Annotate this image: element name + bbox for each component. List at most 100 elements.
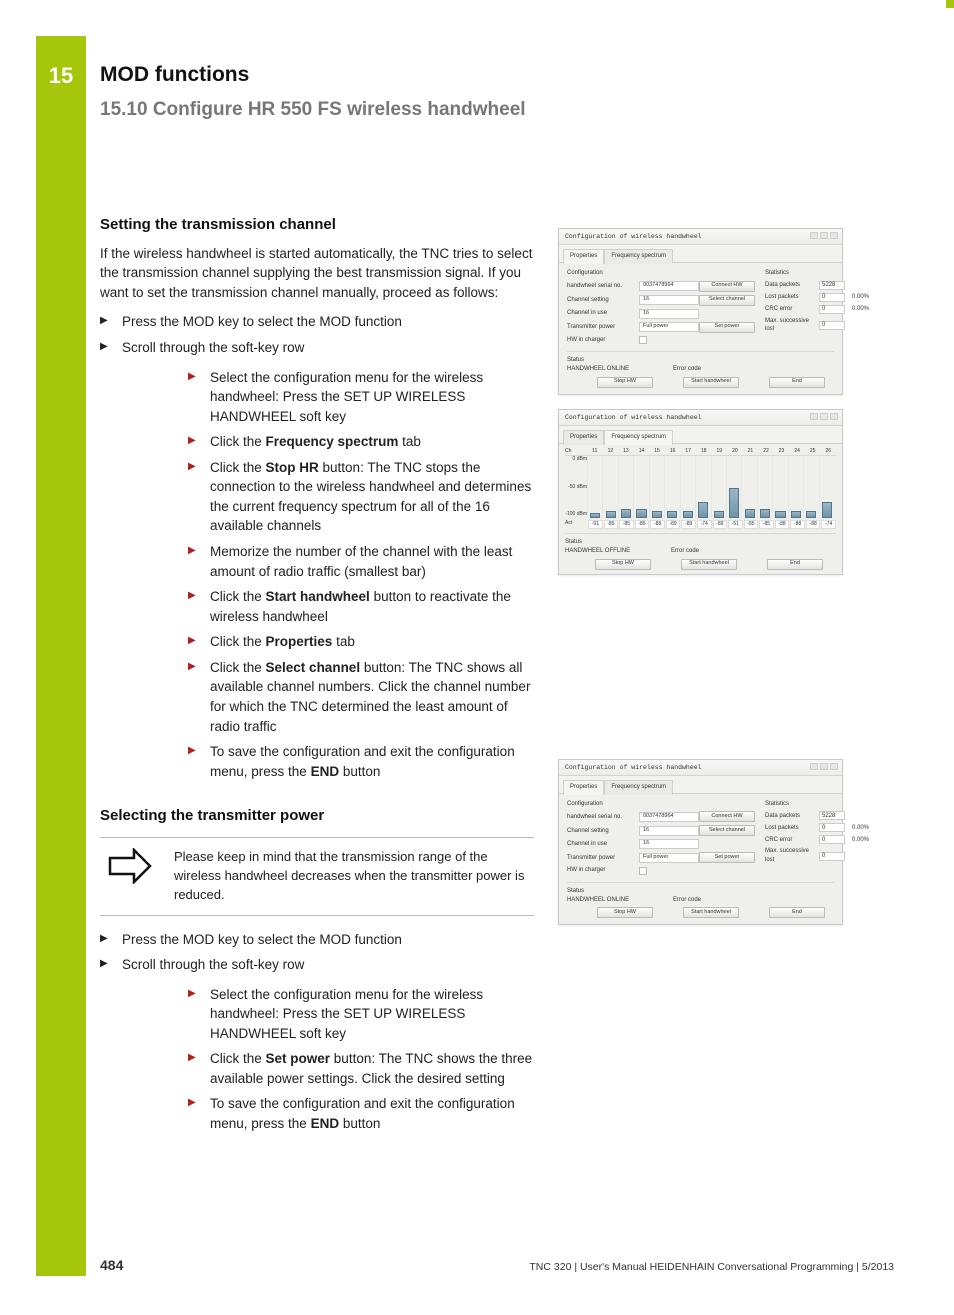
chset-field-3[interactable]: 16 (639, 826, 699, 836)
end-button-2[interactable]: End (767, 559, 823, 570)
tab-properties-1[interactable]: Properties (563, 249, 604, 264)
chapter-title: MOD functions (100, 60, 920, 90)
end-button-3[interactable]: End (769, 907, 825, 918)
maximize-icon[interactable] (820, 763, 828, 770)
footer-line: TNC 320 | User's Manual HEIDENHAIN Conve… (529, 1260, 894, 1275)
spectrum-chart: 0 dBm -50 dBm -100 dBm (587, 456, 834, 518)
set-power-button-3[interactable]: Set power (699, 852, 755, 863)
crc-error-label: CRC error (765, 305, 819, 314)
maximize-icon[interactable] (820, 232, 828, 239)
status-online: HANDWHEEL ONLINE (567, 365, 667, 374)
intro-text-1: If the wireless handwheel is started aut… (100, 244, 534, 303)
section-number-title: 15.10 Configure HR 550 FS wireless handw… (100, 96, 920, 124)
spectrum-chart-header: Ch 11121314151617181920212223242526 (565, 448, 836, 456)
status-section-label: Status (567, 356, 834, 365)
lost-packets-label: Lost packets (765, 293, 819, 302)
chuse-field-3: 16 (639, 839, 699, 849)
chset-field[interactable]: 16 (639, 295, 699, 305)
connect-hw-button-3[interactable]: Connect HW (699, 811, 755, 822)
dialog-title-2: Configuration of wireless handwheel (559, 410, 842, 426)
data-packets-value: 5228 (819, 281, 845, 290)
step-scroll-softkey-1: Scroll through the soft-key row (100, 338, 534, 358)
arrow-note-icon (100, 848, 160, 905)
chset-label: Channel setting (567, 296, 639, 305)
data-packets-label: Data packets (765, 281, 819, 290)
dialog-config-hw-spectrum: Configuration of wireless handwheel Prop… (558, 409, 843, 575)
stats-section-label: Statistics (765, 269, 877, 278)
heading-transmission-channel: Setting the transmission channel (100, 214, 534, 236)
chuse-field: 16 (639, 309, 699, 319)
max-lost-value: 0 (819, 321, 845, 330)
step-stop-hr: Click the Stop HR button: The TNC stops … (188, 458, 534, 536)
step-freq-spectrum-tab: Click the Frequency spectrum tab (188, 432, 534, 452)
lost-packets-value: 0 (819, 293, 845, 302)
error-code-label: Error code (673, 365, 701, 374)
chuse-label: Channel in use (567, 309, 639, 318)
stop-hw-button-1[interactable]: Stop HW (597, 377, 653, 388)
close-icon[interactable] (830, 232, 838, 239)
txpow-field[interactable]: Full power (639, 322, 699, 332)
step-end-1: To save the configuration and exit the c… (188, 742, 534, 781)
select-channel-button[interactable]: Select channel (699, 295, 755, 306)
error-code-label-2: Error code (671, 547, 699, 556)
tab-frequency-spectrum-3[interactable]: Frequency spectrum (604, 780, 673, 795)
step-select-channel: Click the Select channel button: The TNC… (188, 658, 534, 736)
step-memorize-channel: Memorize the number of the channel with … (188, 542, 534, 581)
step-mod-key-1: Press the MOD key to select the MOD func… (100, 312, 534, 332)
status-offline: HANDWHEEL OFFLINE (565, 547, 665, 556)
hw-in-charger-checkbox[interactable] (639, 336, 647, 344)
status-section-label-2: Status (565, 538, 836, 547)
dialog-config-hw-1: Configuration of wireless handwheel Prop… (558, 228, 843, 395)
set-power-button[interactable]: Set power (699, 322, 755, 333)
page-footer: 484 TNC 320 | User's Manual HEIDENHAIN C… (100, 1255, 894, 1275)
charger-label: HW in charger (567, 336, 639, 345)
cfg-section-label: Configuration (567, 269, 755, 278)
stop-hw-button-3[interactable]: Stop HW (597, 907, 653, 918)
corner-green-mark (946, 0, 954, 8)
hw-in-charger-checkbox-3[interactable] (639, 867, 647, 875)
crc-error-pct: 0.00% (845, 305, 869, 314)
tab-properties-3[interactable]: Properties (563, 780, 604, 795)
lost-packets-pct: 0.00% (845, 293, 869, 302)
step-select-config-1: Select the configuration menu for the wi… (188, 368, 534, 427)
serial-field-3[interactable]: 0037478964 (639, 812, 699, 822)
step-start-handwheel: Click the Start handwheel button to reac… (188, 587, 534, 626)
heading-transmitter-power: Selecting the transmitter power (100, 805, 534, 827)
spectrum-chart-act-row: Act -91-89-85-85-88-89-89-74-89-51-85-85… (565, 520, 836, 529)
step-set-power: Click the Set power button: The TNC show… (188, 1049, 534, 1088)
connect-hw-button[interactable]: Connect HW (699, 281, 755, 292)
dialog-title-1: Configuration of wireless handwheel (559, 229, 842, 245)
tab-properties-2[interactable]: Properties (563, 430, 604, 445)
tab-frequency-spectrum-1[interactable]: Frequency spectrum (604, 249, 673, 264)
maximize-icon[interactable] (820, 413, 828, 420)
sidebar-green-tab (36, 36, 86, 1276)
minimize-icon[interactable] (810, 232, 818, 239)
max-lost-label: Max. successive lost (765, 317, 819, 334)
txpow-field-3[interactable]: Full power (639, 853, 699, 863)
dialog-title-3: Configuration of wireless handwheel (559, 760, 842, 776)
step-end-2: To save the configuration and exit the c… (188, 1094, 534, 1133)
dialog-config-hw-3: Configuration of wireless handwheel Prop… (558, 759, 843, 926)
note-box: Please keep in mind that the transmissio… (100, 837, 534, 916)
close-icon[interactable] (830, 763, 838, 770)
page-number: 484 (100, 1255, 123, 1275)
status-online-3: HANDWHEEL ONLINE (567, 896, 667, 905)
step-select-config-2: Select the configuration menu for the wi… (188, 985, 534, 1044)
page-content: MOD functions 15.10 Configure HR 550 FS … (100, 60, 920, 1144)
stop-hw-button-2[interactable]: Stop HW (595, 559, 651, 570)
step-scroll-softkey-2: Scroll through the soft-key row (100, 955, 534, 975)
step-mod-key-2: Press the MOD key to select the MOD func… (100, 930, 534, 950)
close-icon[interactable] (830, 413, 838, 420)
serial-field[interactable]: 0037478964 (639, 281, 699, 291)
chapter-number: 15 (36, 60, 86, 92)
txpow-label: Transmitter power (567, 323, 639, 332)
start-handwheel-button-1[interactable]: Start handwheel (683, 377, 739, 388)
minimize-icon[interactable] (810, 413, 818, 420)
end-button-1[interactable]: End (769, 377, 825, 388)
start-handwheel-button-2[interactable]: Start handwheel (681, 559, 737, 570)
minimize-icon[interactable] (810, 763, 818, 770)
select-channel-button-3[interactable]: Select channel (699, 825, 755, 836)
tab-frequency-spectrum-2[interactable]: Frequency spectrum (604, 430, 673, 445)
serial-label: handwheel serial no. (567, 282, 639, 291)
start-handwheel-button-3[interactable]: Start handwheel (683, 907, 739, 918)
